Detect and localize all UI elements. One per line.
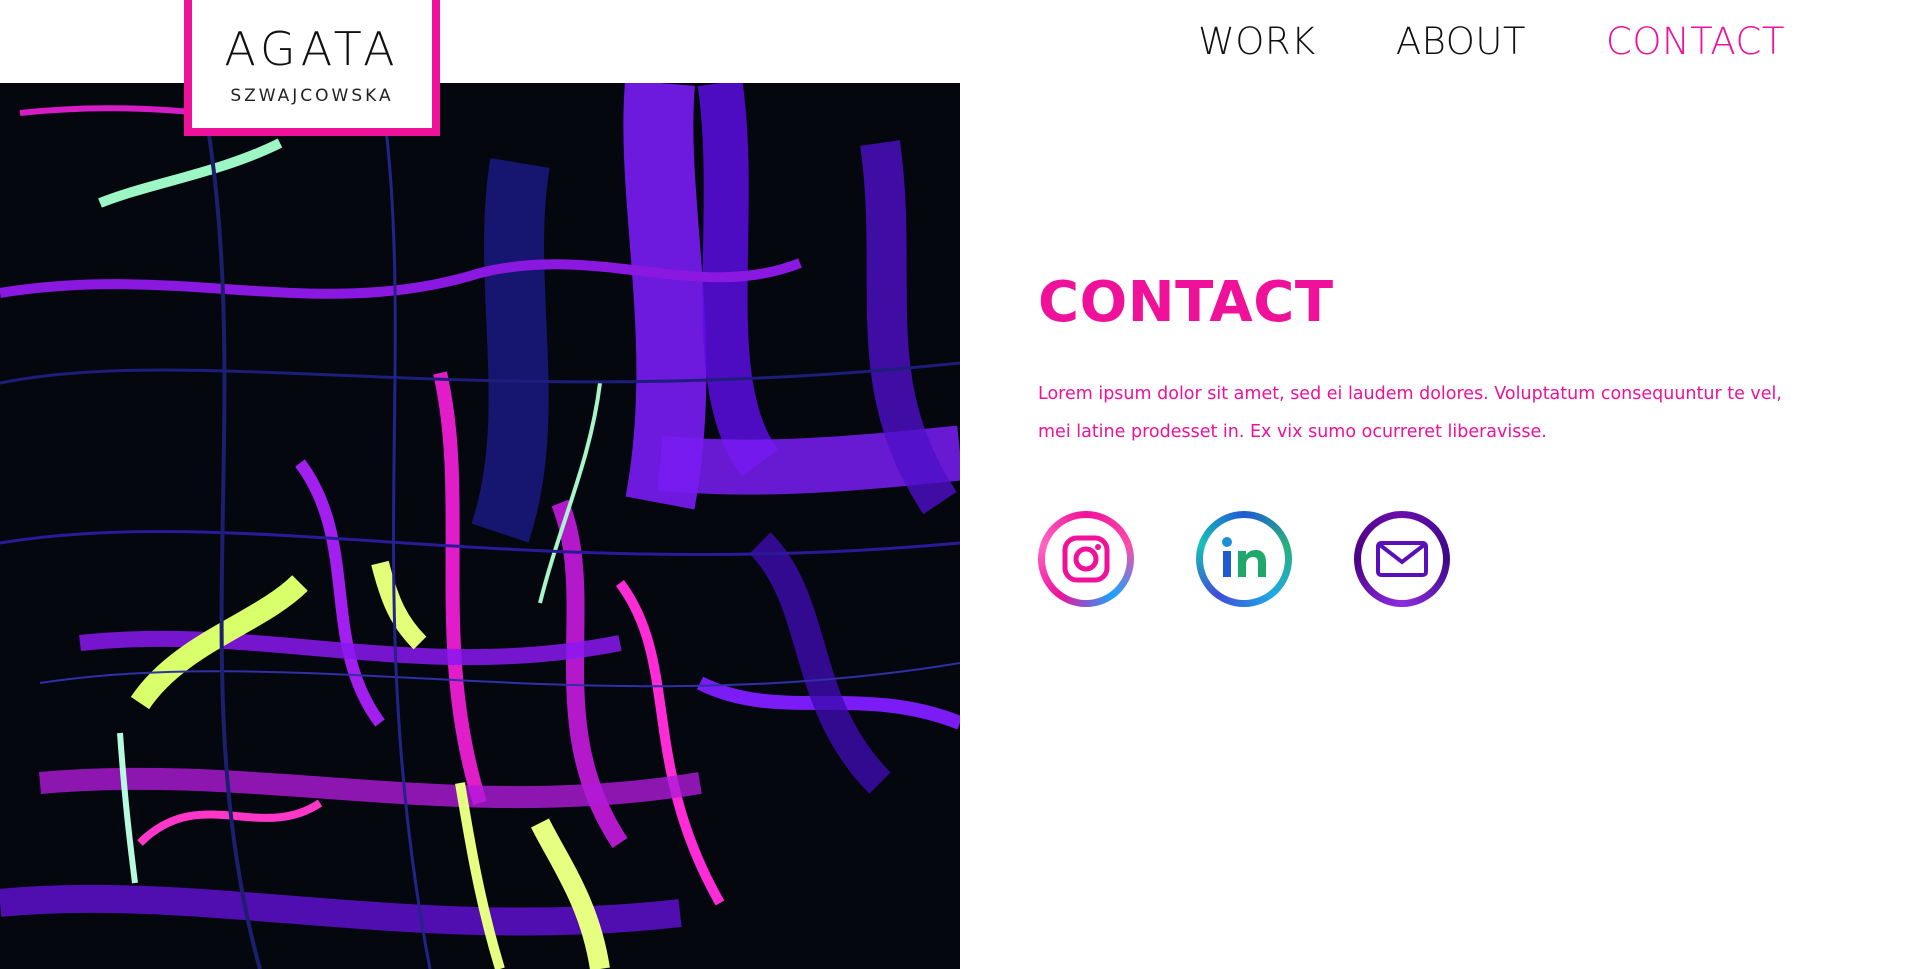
main-nav: WORK ABOUT CONTACT (1198, 20, 1785, 63)
nav-work[interactable]: WORK (1198, 20, 1316, 63)
hero-artwork (0, 83, 960, 969)
contact-heading: CONTACT (1038, 270, 1334, 335)
mail-link[interactable] (1354, 511, 1450, 607)
linkedin-icon (1222, 537, 1266, 577)
instagram-icon (1062, 535, 1110, 583)
mail-icon (1376, 541, 1428, 577)
nav-about[interactable]: ABOUT (1396, 20, 1526, 63)
nav-contact[interactable]: CONTACT (1606, 20, 1785, 63)
contact-section: CONTACT Lorem ipsum dolor sit amet, sed … (1038, 270, 1798, 607)
logo-name: AGATA (224, 22, 400, 76)
linkedin-link[interactable] (1196, 511, 1292, 607)
instagram-link[interactable] (1038, 511, 1134, 607)
abstract-artwork-image (0, 83, 960, 969)
logo-subtitle: SZWAJCOWSKA (230, 86, 394, 106)
contact-body: Lorem ipsum dolor sit amet, sed ei laude… (1038, 384, 1782, 442)
social-links (1038, 511, 1798, 607)
site-logo[interactable]: AGATA SZWAJCOWSKA (184, 0, 440, 136)
